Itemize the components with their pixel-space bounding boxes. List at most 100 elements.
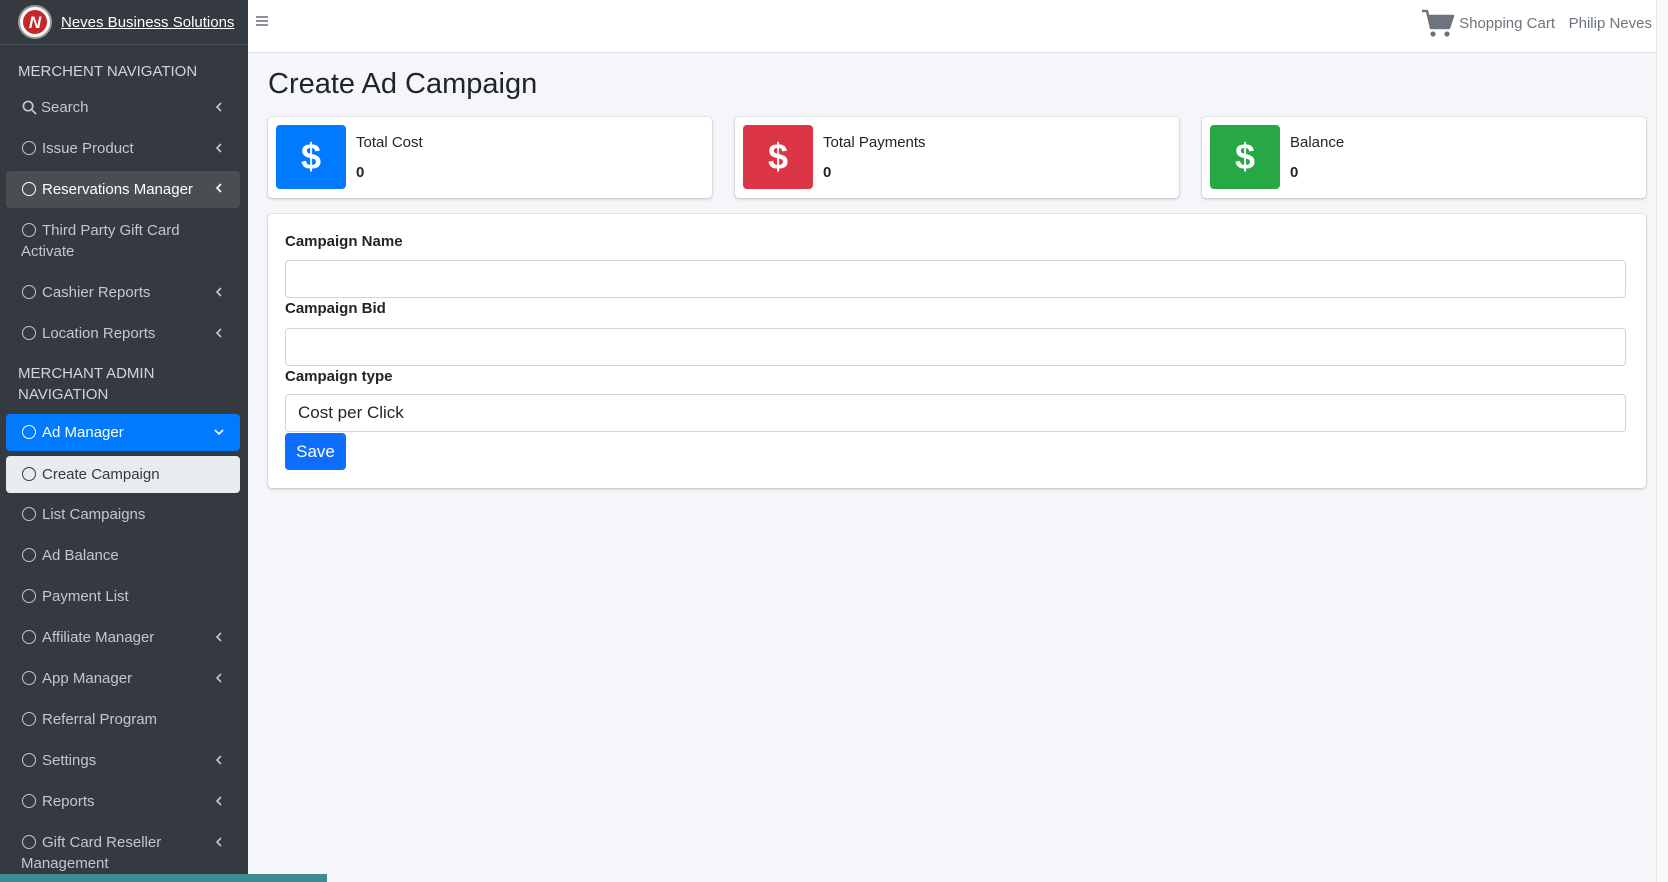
circle-icon — [22, 671, 36, 685]
save-button[interactable]: Save — [285, 433, 346, 470]
circle-icon — [22, 223, 36, 237]
circle-icon — [22, 285, 36, 299]
user-menu[interactable]: Philip Neves — [1569, 15, 1652, 32]
chevron-left-icon — [215, 102, 222, 112]
sidebar-item-label: Ad Balance — [42, 547, 119, 564]
campaign-type-label: Campaign type — [285, 368, 393, 385]
nav-header-admin-line2: NAVIGATION — [18, 386, 109, 403]
sidebar-item-issue-product[interactable]: Issue Product — [6, 138, 240, 162]
sidebar-item-reports[interactable]: Reports — [6, 791, 240, 815]
info-box-value: 0 — [823, 164, 832, 181]
campaign-name-input[interactable] — [285, 260, 1626, 298]
campaign-name-label: Campaign Name — [285, 233, 403, 250]
campaign-bid-label: Campaign Bid — [285, 300, 386, 317]
circle-icon — [22, 507, 36, 521]
sidebar-item-label: Create Campaign — [42, 466, 160, 483]
circle-icon — [22, 182, 36, 196]
sidebar-item-app-manager[interactable]: App Manager — [6, 668, 240, 692]
circle-icon — [22, 425, 36, 439]
circle-icon — [22, 141, 36, 155]
info-box-value: 0 — [356, 164, 365, 181]
campaign-bid-input[interactable] — [285, 328, 1626, 366]
nav-header-merchant: MERCHENT NAVIGATION — [18, 63, 198, 80]
sidebar-item-label: List Campaigns — [42, 506, 146, 523]
sidebar-item-label: Reports — [42, 793, 95, 810]
circle-icon — [22, 548, 36, 562]
sidebar-item-label: Search — [41, 99, 89, 116]
sidebar: N Neves Business Solutions MERCHENT NAVI… — [0, 0, 248, 882]
sidebar-item-label: Ad Manager — [42, 424, 124, 441]
chevron-left-icon — [215, 673, 222, 683]
sidebar-item-label: App Manager — [42, 670, 133, 687]
sidebar-item-label: Referral Program — [42, 711, 158, 728]
circle-icon — [22, 467, 36, 481]
sidebar-item-cashier-reports[interactable]: Cashier Reports — [6, 282, 240, 306]
sidebar-item-create-campaign[interactable]: Create Campaign — [6, 456, 240, 493]
info-box-balance: $ Balance 0 — [1202, 117, 1646, 198]
sidebar-item-label: Management — [21, 855, 109, 872]
sidebar-item-label: Issue Product — [42, 140, 134, 157]
sidebar-item-search[interactable]: Search — [6, 97, 240, 121]
info-box-value: 0 — [1290, 164, 1299, 181]
sidebar-item-settings[interactable]: Settings — [6, 750, 240, 774]
campaign-type-select[interactable]: Cost per Click — [285, 394, 1626, 432]
brand-name[interactable]: Neves Business Solutions — [61, 14, 234, 31]
dollar-icon: $ — [743, 125, 813, 189]
sidebar-item-label: Payment List — [42, 588, 129, 605]
chevron-left-icon — [215, 837, 222, 847]
top-navbar: Shopping Cart Philip Neves — [248, 0, 1656, 53]
svg-text:N: N — [29, 13, 42, 32]
sidebar-item-affiliate-manager[interactable]: Affiliate Manager — [6, 627, 240, 651]
info-box-label: Total Payments — [823, 134, 926, 151]
info-box-total-payments: $ Total Payments 0 — [735, 117, 1179, 198]
search-icon — [22, 100, 37, 115]
chevron-left-icon — [215, 183, 222, 193]
sidebar-item-payment-list[interactable]: Payment List — [6, 586, 240, 610]
chevron-left-icon — [215, 328, 222, 338]
nav-header-admin: MERCHANT ADMIN NAVIGATION — [0, 363, 172, 405]
shopping-cart-icon — [1422, 9, 1455, 37]
shopping-cart-label: Shopping Cart — [1459, 14, 1555, 32]
sidebar-item-label: Third Party Gift Card — [42, 222, 180, 239]
brand-logo: N — [18, 5, 52, 39]
sidebar-item-label: Location Reports — [42, 325, 156, 342]
chevron-left-icon — [215, 755, 222, 765]
chevron-left-icon — [215, 287, 222, 297]
sidebar-item-label: Gift Card Reseller — [42, 834, 162, 851]
chevron-left-icon — [215, 796, 222, 806]
sidebar-item-referral-program[interactable]: Referral Program — [6, 709, 240, 733]
circle-icon — [22, 630, 36, 644]
circle-icon — [22, 712, 36, 726]
brand[interactable]: N Neves Business Solutions — [0, 0, 248, 45]
sidebar-item-third-party-gift-card[interactable]: Third Party Gift Card Activate — [6, 220, 240, 264]
sidebar-item-reservations-manager[interactable]: Reservations Manager — [6, 171, 240, 208]
nav-header-admin-line1: MERCHANT ADMIN — [18, 365, 155, 382]
sidebar-item-ad-balance[interactable]: Ad Balance — [6, 545, 240, 569]
dollar-icon: $ — [276, 125, 346, 189]
sidebar-item-label: Cashier Reports — [42, 284, 151, 301]
chevron-left-icon — [215, 632, 222, 642]
sidebar-item-ad-manager[interactable]: Ad Manager — [6, 414, 240, 451]
page-title: Create Ad Campaign — [268, 68, 538, 100]
info-box-total-cost: $ Total Cost 0 — [268, 117, 712, 198]
hamburger-icon[interactable] — [255, 14, 269, 28]
sidebar-item-label: Reservations Manager — [42, 181, 193, 198]
sidebar-item-gift-card-reseller[interactable]: Gift Card Reseller Management — [6, 832, 240, 876]
sidebar-item-location-reports[interactable]: Location Reports — [6, 323, 240, 347]
circle-icon — [22, 753, 36, 767]
vertical-scrollbar[interactable] — [1656, 0, 1668, 882]
sidebar-item-label: Activate — [21, 243, 75, 260]
sidebar-item-label: Affiliate Manager — [42, 629, 155, 646]
circle-icon — [22, 794, 36, 808]
campaign-form-card: Campaign Name Campaign Bid Campaign type… — [268, 214, 1646, 488]
circle-icon — [22, 835, 36, 849]
info-box-label: Balance — [1290, 134, 1345, 151]
dollar-icon: $ — [1210, 125, 1280, 189]
status-bar — [0, 874, 327, 882]
chevron-down-icon — [214, 429, 224, 436]
shopping-cart-link[interactable]: Shopping Cart — [1421, 8, 1555, 38]
sidebar-item-label: Settings — [42, 752, 97, 769]
chevron-left-icon — [215, 143, 222, 153]
sidebar-item-list-campaigns[interactable]: List Campaigns — [6, 504, 240, 528]
info-box-label: Total Cost — [356, 134, 423, 151]
